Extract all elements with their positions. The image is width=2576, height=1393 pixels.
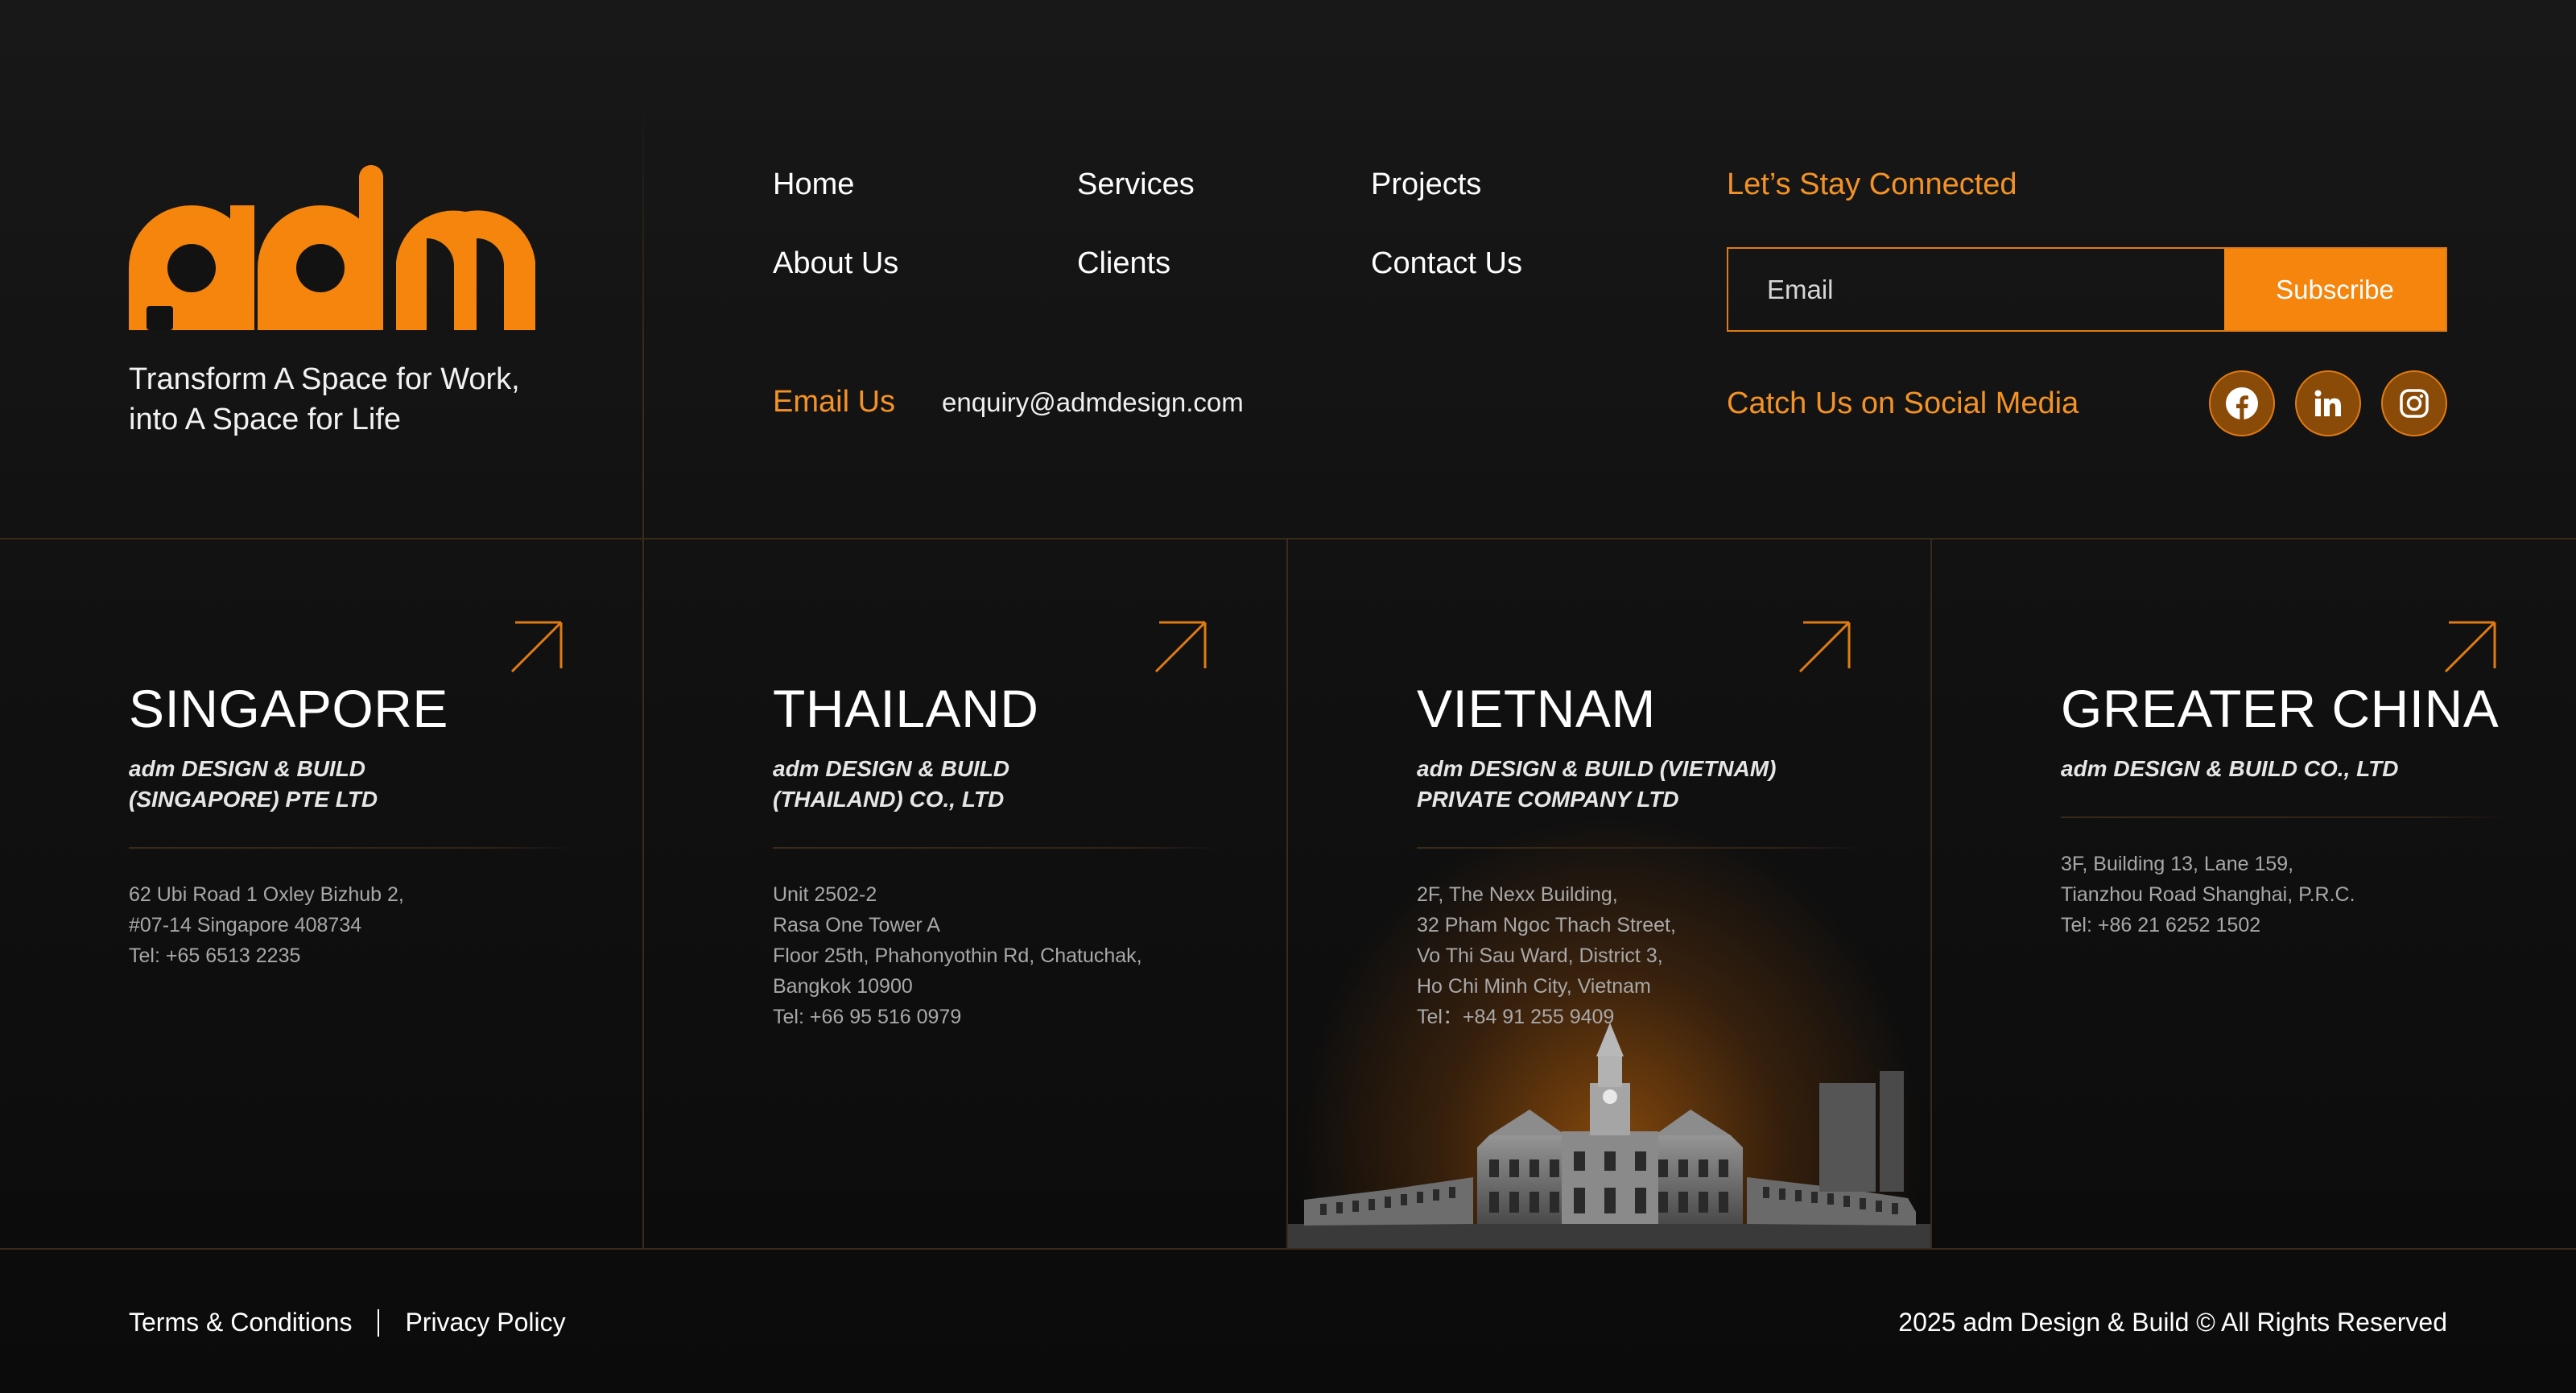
- address-line: Tel: +65 6513 2235: [129, 945, 301, 967]
- footer-nav: Home Services Projects About Us Clients …: [773, 165, 1693, 283]
- address-line: 62 Ubi Road 1 Oxley Bizhub 2,: [129, 883, 404, 906]
- nav-link-home[interactable]: Home: [773, 165, 1077, 204]
- office-name: VIETNAM: [1417, 679, 1656, 738]
- privacy-link[interactable]: Privacy Policy: [405, 1308, 565, 1337]
- terms-link[interactable]: Terms & Conditions: [129, 1308, 352, 1337]
- nav-link-clients[interactable]: Clients: [1077, 244, 1371, 283]
- nav-link-services[interactable]: Services: [1077, 165, 1371, 204]
- instagram-icon[interactable]: [2381, 370, 2447, 436]
- address-line: 2F, The Nexx Building,: [1417, 883, 1618, 906]
- nav-link-contact-us[interactable]: Contact Us: [1371, 244, 1693, 283]
- arrow-up-right-icon[interactable]: [510, 620, 564, 673]
- office-company-line-1: adm DESIGN & BUILD (VIETNAM): [1417, 756, 1777, 781]
- arrow-up-right-icon[interactable]: [1798, 620, 1852, 673]
- subscribe-form: Subscribe: [1727, 247, 2447, 332]
- vertical-divider: [642, 89, 644, 539]
- office-company-line-2: PRIVATE COMPANY LTD: [1417, 787, 1679, 812]
- office-divider: [773, 847, 1224, 849]
- email-us-label: Email Us: [773, 385, 896, 419]
- subscribe-button[interactable]: Subscribe: [2224, 249, 2446, 330]
- offices-section: SINGAPORE adm DESIGN & BUILD (SINGAPORE)…: [0, 539, 2576, 1250]
- address-line: Tel: +86 21 6252 1502: [2061, 914, 2261, 936]
- newsletter-block: Let’s Stay Connected Subscribe: [1727, 165, 2447, 332]
- brand-tagline: Transform A Space for Work, into A Space…: [129, 359, 580, 440]
- address-line: 3F, Building 13, Lane 159,: [2061, 853, 2294, 875]
- nav-link-projects[interactable]: Projects: [1371, 165, 1693, 204]
- email-address-link[interactable]: enquiry@admdesign.com: [942, 387, 1244, 418]
- office-card-singapore[interactable]: SINGAPORE adm DESIGN & BUILD (SINGAPORE)…: [0, 539, 644, 1248]
- office-company-line-1: adm DESIGN & BUILD: [129, 756, 366, 781]
- facebook-icon[interactable]: [2209, 370, 2275, 436]
- office-divider: [2061, 816, 2512, 818]
- office-card-thailand[interactable]: THAILAND adm DESIGN & BUILD (THAILAND) C…: [644, 539, 1288, 1248]
- legal-links: Terms & Conditions Privacy Policy: [129, 1308, 566, 1337]
- address-line: Rasa One Tower A: [773, 914, 940, 936]
- office-company-line-2: (THAILAND) CO., LTD: [773, 787, 1005, 812]
- office-company: adm DESIGN & BUILD (VIETNAM) PRIVATE COM…: [1417, 754, 1868, 815]
- office-company: adm DESIGN & BUILD (SINGAPORE) PTE LTD: [129, 754, 580, 815]
- social-row: Catch Us on Social Media: [1727, 370, 2447, 436]
- address-line: #07-14 Singapore 408734: [129, 914, 362, 936]
- adm-logo[interactable]: [129, 165, 580, 330]
- arrow-up-right-icon[interactable]: [1154, 620, 1208, 673]
- office-name: GREATER CHINA: [2061, 679, 2500, 738]
- link-separator: [378, 1308, 380, 1337]
- office-address: 62 Ubi Road 1 Oxley Bizhub 2, #07-14 Sin…: [129, 879, 642, 971]
- office-name: THAILAND: [773, 679, 1039, 738]
- office-content: VIETNAM adm DESIGN & BUILD (VIETNAM) PRI…: [1417, 676, 1930, 1032]
- office-divider: [1417, 847, 1868, 849]
- linkedin-icon[interactable]: [2295, 370, 2361, 436]
- address-line: Floor 25th, Phahonyothin Rd, Chatuchak,: [773, 945, 1142, 967]
- footer-page: Transform A Space for Work, into A Space…: [0, 0, 2576, 1393]
- newsletter-email-input[interactable]: [1728, 249, 2224, 330]
- newsletter-title: Let’s Stay Connected: [1727, 167, 2017, 201]
- address-line: Vo Thi Sau Ward, District 3,: [1417, 945, 1663, 967]
- office-company-line-1: adm DESIGN & BUILD: [773, 756, 1010, 781]
- footer-bar: Terms & Conditions Privacy Policy 2025 a…: [0, 1250, 2576, 1393]
- footer-top-section: Transform A Space for Work, into A Space…: [0, 0, 2576, 539]
- address-line: Ho Chi Minh City, Vietnam: [1417, 975, 1651, 998]
- office-card-vietnam[interactable]: VIETNAM adm DESIGN & BUILD (VIETNAM) PRI…: [1288, 539, 1932, 1248]
- address-line: Tel：+84 91 255 9409: [1417, 1006, 1615, 1028]
- tagline-line-2: into A Space for Life: [129, 403, 402, 436]
- office-address: 2F, The Nexx Building, 32 Pham Ngoc Thac…: [1417, 879, 1930, 1032]
- address-line: Bangkok 10900: [773, 975, 913, 998]
- office-address: 3F, Building 13, Lane 159, Tianzhou Road…: [2061, 849, 2576, 940]
- office-divider: [129, 847, 580, 849]
- office-company: adm DESIGN & BUILD CO., LTD: [2061, 754, 2512, 784]
- nav-link-about-us[interactable]: About Us: [773, 244, 1077, 283]
- social-icons: [2209, 370, 2447, 436]
- tagline-line-1: Transform A Space for Work,: [129, 362, 520, 396]
- copyright-text: 2025 adm Design & Build © All Rights Res…: [1898, 1308, 2447, 1337]
- address-line: Tel: +66 95 516 0979: [773, 1006, 962, 1028]
- city-hall-building-image: [1288, 1023, 1930, 1248]
- office-card-greater-china[interactable]: GREATER CHINA adm DESIGN & BUILD CO., LT…: [1932, 539, 2576, 1248]
- office-address: Unit 2502-2 Rasa One Tower A Floor 25th,…: [773, 879, 1286, 1032]
- office-company-line-1: adm DESIGN & BUILD CO., LTD: [2061, 756, 2399, 781]
- social-media-label: Catch Us on Social Media: [1727, 386, 2079, 420]
- office-company: adm DESIGN & BUILD (THAILAND) CO., LTD: [773, 754, 1224, 815]
- address-line: 32 Pham Ngoc Thach Street,: [1417, 914, 1676, 936]
- address-line: Tianzhou Road Shanghai, P.R.C.: [2061, 883, 2355, 906]
- arrow-up-right-icon[interactable]: [2444, 620, 2497, 673]
- brand-block: Transform A Space for Work, into A Space…: [129, 165, 580, 440]
- email-contact-row: Email Us enquiry@admdesign.com: [773, 385, 1244, 420]
- address-line: Unit 2502-2: [773, 883, 877, 906]
- office-company-line-2: (SINGAPORE) PTE LTD: [129, 787, 378, 812]
- office-name: SINGAPORE: [129, 679, 448, 738]
